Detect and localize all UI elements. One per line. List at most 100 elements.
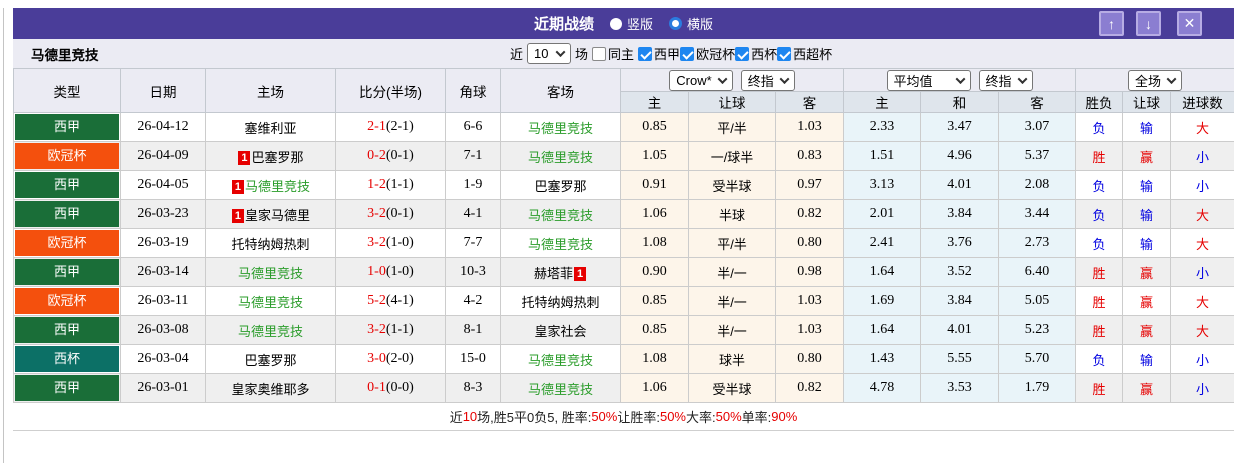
winloss-result: 负	[1076, 171, 1123, 200]
crow-handicap: 半/一	[689, 316, 776, 345]
recent-results-panel: 近期战绩 竖版 横版 马德里竞技 近 10 场	[13, 8, 1234, 431]
close-button[interactable]	[1177, 11, 1202, 36]
avg-away-odds: 3.44	[999, 200, 1076, 229]
league-checkbox-label[interactable]: 欧冠杯	[680, 44, 735, 63]
col-header-crow-home: 主	[621, 92, 689, 113]
league-checkbox-label[interactable]: 西杯	[735, 44, 777, 63]
league-type-cell: 西甲	[14, 200, 121, 229]
avg-draw-odds: 3.84	[921, 200, 999, 229]
same-host-checkbox-label[interactable]: 同主	[592, 44, 634, 63]
col-header-crow-away: 客	[776, 92, 844, 113]
crow-home-odds: 1.08	[621, 345, 689, 374]
crow-away-odds: 1.03	[776, 316, 844, 345]
rank-badge: 1	[232, 180, 244, 194]
match-row: 西杯26-03-04巴塞罗那3-0(2-0)15-0马德里竞技1.08球半0.8…	[14, 345, 1234, 374]
radio-vertical-layout[interactable]: 竖版	[610, 14, 653, 33]
avg-home-odds: 1.69	[844, 287, 921, 316]
same-host-checkbox[interactable]	[592, 47, 606, 61]
league-type-cell: 欧冠杯	[14, 142, 121, 171]
summary-footer: 近10场,胜5平0负5, 胜率:50% 让胜率:50% 大率:50% 单率:90…	[13, 403, 1234, 431]
scope-select[interactable]: 全场	[1128, 70, 1182, 91]
corner-cell: 10-3	[446, 258, 501, 287]
match-row: 西甲26-03-14马德里竞技1-0(1-0)10-3赫塔菲10.90半/一0.…	[14, 258, 1234, 287]
avg-away-odds: 5.05	[999, 287, 1076, 316]
europe-company-value: 平均值	[894, 71, 933, 90]
league-checkbox-label[interactable]: 西甲	[638, 44, 680, 63]
goals-result: 小	[1171, 142, 1234, 171]
home-team: 托特纳姆热刺	[206, 229, 336, 258]
match-count-select[interactable]: 10	[527, 43, 571, 64]
league-type-badge: 西甲	[15, 375, 119, 401]
winloss-result: 胜	[1076, 258, 1123, 287]
col-header-avg-draw: 和	[921, 92, 999, 113]
crow-away-odds: 0.82	[776, 200, 844, 229]
chevron-down-icon	[556, 47, 566, 57]
league-checkbox-group: 西甲欧冠杯西杯西超杯	[638, 44, 832, 63]
col-header-avg-away: 客	[999, 92, 1076, 113]
crow-handicap: 半/一	[689, 287, 776, 316]
chevron-down-icon	[1017, 74, 1027, 84]
summary-segment: 50%	[660, 409, 686, 424]
handicap-result: 输	[1123, 345, 1171, 374]
avg-away-odds: 5.37	[999, 142, 1076, 171]
handicap-result: 输	[1123, 113, 1171, 142]
crow-home-odds: 0.85	[621, 316, 689, 345]
corner-cell: 4-2	[446, 287, 501, 316]
radio-horizontal-layout[interactable]: 横版	[669, 14, 713, 33]
league-checkbox[interactable]	[735, 47, 749, 61]
avg-draw-odds: 3.52	[921, 258, 999, 287]
league-type-badge: 西杯	[15, 346, 119, 372]
radio-horizontal-icon-selected[interactable]	[669, 17, 682, 30]
crow-home-odds: 0.90	[621, 258, 689, 287]
move-down-button[interactable]	[1136, 11, 1161, 36]
odds-stage-select[interactable]: 终指	[741, 70, 795, 91]
score-cell: 3-2(1-0)	[336, 229, 446, 258]
corner-cell: 1-9	[446, 171, 501, 200]
radio-vertical-icon[interactable]	[610, 18, 622, 30]
match-date: 26-04-09	[121, 142, 206, 171]
score-cell: 1-0(1-0)	[336, 258, 446, 287]
rank-badge: 1	[232, 209, 244, 223]
crow-handicap: 半/一	[689, 258, 776, 287]
away-team: 马德里竞技	[501, 113, 621, 142]
league-label: 欧冠杯	[696, 44, 735, 63]
chevron-down-icon	[779, 74, 789, 84]
league-type-badge: 欧冠杯	[15, 143, 119, 169]
avg-home-odds: 1.51	[844, 142, 921, 171]
league-checkbox[interactable]	[680, 47, 694, 61]
match-row: 欧冠杯26-03-11马德里竞技5-2(4-1)4-2托特纳姆热刺0.85半/一…	[14, 287, 1234, 316]
match-row: 西甲26-03-231皇家马德里3-2(0-1)4-1马德里竞技1.06半球0.…	[14, 200, 1234, 229]
crow-handicap: 平/半	[689, 229, 776, 258]
col-header-home: 主场	[206, 69, 336, 113]
goals-result: 大	[1171, 287, 1234, 316]
corner-cell: 7-1	[446, 142, 501, 171]
move-up-button[interactable]	[1099, 11, 1124, 36]
match-date: 26-04-12	[121, 113, 206, 142]
league-checkbox-label[interactable]: 西超杯	[777, 44, 832, 63]
odds-company-select[interactable]: Crow*	[669, 70, 732, 91]
summary-segment: 50%	[716, 409, 742, 424]
home-team: 马德里竞技	[206, 258, 336, 287]
handicap-result: 赢	[1123, 287, 1171, 316]
near-label: 近	[510, 44, 523, 63]
avg-home-odds: 1.43	[844, 345, 921, 374]
match-date: 26-03-08	[121, 316, 206, 345]
winloss-result: 负	[1076, 345, 1123, 374]
winloss-result: 胜	[1076, 287, 1123, 316]
league-checkbox[interactable]	[638, 47, 652, 61]
away-team: 马德里竞技	[501, 200, 621, 229]
crow-handicap: 球半	[689, 345, 776, 374]
corner-cell: 8-3	[446, 374, 501, 403]
europe-company-select[interactable]: 平均值	[887, 70, 971, 91]
chevron-down-icon	[717, 74, 727, 84]
rank-badge: 1	[574, 267, 586, 281]
title-group: 近期战绩 竖版 横版	[534, 13, 713, 34]
summary-segment: 让胜率:	[617, 407, 660, 426]
europe-stage-select[interactable]: 终指	[979, 70, 1033, 91]
home-team: 1皇家马德里	[206, 200, 336, 229]
summary-segment: 场,胜5平0负5, 胜率:	[477, 407, 591, 426]
summary-segment: 50%	[591, 409, 617, 424]
score-cell: 3-2(1-1)	[336, 316, 446, 345]
col-header-date: 日期	[121, 69, 206, 113]
league-checkbox[interactable]	[777, 47, 791, 61]
